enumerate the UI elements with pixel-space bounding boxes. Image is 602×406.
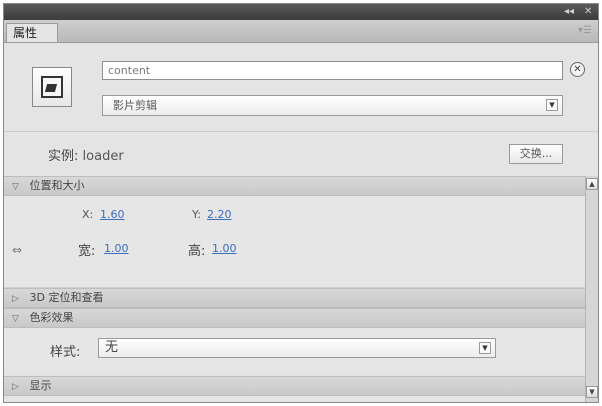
- section-display[interactable]: ▷ 显示: [4, 376, 585, 396]
- scroll-down-icon[interactable]: ▼: [586, 386, 598, 398]
- property-sections: ▽ 位置和大小 X: 1.60 Y: 2.20 ⇔ 宽: 1.00 高: 1.0…: [4, 176, 585, 402]
- y-value[interactable]: 2.20: [207, 208, 232, 221]
- width-label: 宽:: [78, 244, 96, 259]
- section-title: 3D 定位和查看: [29, 291, 104, 304]
- instance-label-text: 实例:: [48, 149, 79, 164]
- width-value[interactable]: 1.00: [104, 242, 129, 255]
- close-icon[interactable]: ✕: [570, 62, 585, 77]
- swap-button[interactable]: 交换...: [509, 144, 563, 164]
- properties-panel: ◂◂ ✕ 属性 ▾☰ content ✕ 影片剪辑 ▼ 实例: loader 交…: [3, 3, 599, 403]
- section-color-effect[interactable]: ▽ 色彩效果: [4, 308, 585, 328]
- x-value[interactable]: 1.60: [100, 208, 125, 221]
- chevron-down-icon[interactable]: ▼: [546, 99, 558, 111]
- link-icon[interactable]: ⇔: [12, 243, 26, 257]
- section-3d[interactable]: ▷ 3D 定位和查看: [4, 288, 585, 308]
- panel-titlebar: ◂◂ ✕: [4, 4, 598, 20]
- style-value: 无: [105, 340, 119, 355]
- section-title: 色彩效果: [29, 311, 74, 324]
- panel-menu-icon[interactable]: ▾☰: [578, 25, 592, 36]
- instance-info-bar: 实例: loader 交换...: [4, 131, 598, 177]
- position-row: X: 1.60 Y: 2.20: [4, 196, 585, 232]
- style-label: 样式:: [50, 345, 81, 360]
- chevron-down-icon: ▽: [12, 182, 19, 192]
- y-label: Y:: [192, 208, 201, 221]
- height-label: 高:: [188, 244, 206, 259]
- chevron-down-icon: ▽: [12, 314, 19, 324]
- x-label: X:: [82, 208, 94, 221]
- movie-clip-symbol-icon: [32, 67, 72, 107]
- section-title: 位置和大小: [29, 179, 85, 192]
- instance-label: 实例: loader: [48, 145, 124, 164]
- symbol-type-select[interactable]: 影片剪辑 ▼: [102, 95, 563, 116]
- tab-properties[interactable]: 属性: [6, 23, 58, 42]
- section-position-size[interactable]: ▽ 位置和大小: [4, 176, 585, 196]
- close-panel-icon[interactable]: ✕: [584, 6, 592, 18]
- scrollbar[interactable]: ▲ ▼: [585, 176, 598, 402]
- section-title: 显示: [29, 379, 52, 392]
- style-select[interactable]: 无 ▼: [98, 338, 496, 358]
- scroll-up-icon[interactable]: ▲: [586, 178, 598, 190]
- height-value[interactable]: 1.00: [212, 242, 237, 255]
- size-row: ⇔ 宽: 1.00 高: 1.00: [4, 232, 585, 288]
- chevron-right-icon: ▷: [12, 382, 19, 392]
- instance-header: content ✕ 影片剪辑 ▼: [4, 43, 598, 131]
- collapse-icon[interactable]: ◂◂: [564, 6, 574, 18]
- symbol-type-value: 影片剪辑: [113, 99, 157, 112]
- instance-symbol-name: loader: [82, 149, 124, 164]
- color-style-row: 样式: 无 ▼: [4, 328, 585, 370]
- chevron-down-icon[interactable]: ▼: [479, 342, 491, 354]
- chevron-right-icon: ▷: [12, 294, 19, 304]
- instance-name-input[interactable]: content: [102, 61, 563, 80]
- tab-bar: 属性 ▾☰: [4, 20, 598, 43]
